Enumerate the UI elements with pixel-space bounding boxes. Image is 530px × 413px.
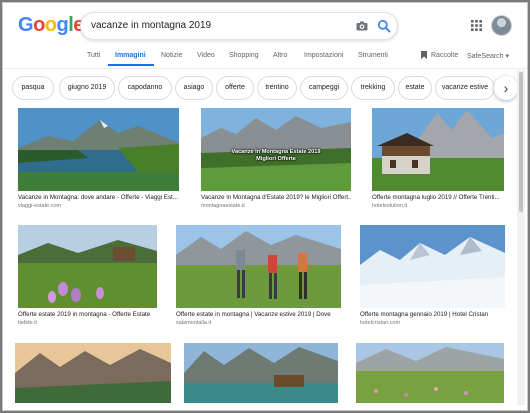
result-source[interactable]: viaggi-estate.com	[18, 203, 61, 209]
search-input[interactable]: vacanze in montagna 2019	[80, 12, 398, 40]
collections-link[interactable]: Raccolte	[431, 52, 458, 59]
chip-trekking[interactable]: trekking	[351, 76, 395, 100]
search-tabs: Tutti Immagini Notizie Video Shopping Al…	[0, 48, 530, 68]
tab-shopping[interactable]: Shopping	[229, 52, 259, 59]
tab-tools[interactable]: Strumenti	[358, 52, 388, 59]
result-caption[interactable]: Vacanze in Montagna d'Estate 2019? le Mi…	[201, 194, 351, 201]
tab-news[interactable]: Notizie	[161, 52, 182, 59]
result-source[interactable]: tiefide.it	[18, 320, 37, 326]
result-image-flower-meadow[interactable]	[356, 343, 504, 403]
search-icon[interactable]	[377, 19, 391, 33]
result-source[interactable]: hotelcristan.com	[360, 320, 400, 326]
image-overlay-title: Vacanze in Montagna Estate 2019	[231, 149, 321, 155]
chip-campeggi[interactable]: campeggi	[300, 76, 348, 100]
result-image-snow-peaks[interactable]	[360, 225, 505, 308]
result-caption[interactable]: Offerte estate in montagna | Vacanze est…	[176, 311, 341, 318]
chip-offerte[interactable]: offerte	[216, 76, 254, 100]
tab-more[interactable]: Altro	[273, 52, 287, 59]
google-logo[interactable]: Google	[18, 14, 84, 37]
tab-video[interactable]: Video	[197, 52, 215, 59]
logo-letter: G	[18, 14, 34, 36]
tab-all[interactable]: Tutti	[87, 52, 100, 59]
chip-capodanno[interactable]: capodanno	[118, 76, 172, 100]
chip-estate[interactable]: estate	[398, 76, 432, 100]
avatar[interactable]	[491, 15, 512, 36]
chip-vacanze-estive[interactable]: vacanze estive	[435, 76, 495, 100]
result-caption[interactable]: Vacanze in Montagna: dove andare - Offer…	[18, 194, 179, 201]
logo-letter: o	[33, 14, 45, 36]
tab-images[interactable]: Immagini	[115, 52, 146, 59]
safesearch-menu[interactable]: SafeSearch ▾	[467, 52, 509, 60]
logo-letter: o	[44, 14, 57, 36]
result-caption[interactable]: Offerte montagna gennaio 2019 | Hotel Cr…	[360, 311, 505, 318]
search-query[interactable]: vacanze in montagna 2019	[91, 20, 211, 31]
result-image-crocus-flowers[interactable]	[18, 225, 157, 308]
result-caption[interactable]: Offerte montagna luglio 2019 // Offerte …	[372, 194, 504, 201]
result-caption[interactable]: Offerte estate 2019 in montagna - Offert…	[18, 311, 157, 318]
result-source[interactable]: salamontalla.it	[176, 320, 211, 326]
chip-asiago[interactable]: asiago	[175, 76, 213, 100]
chip-trentino[interactable]: trentino	[257, 76, 297, 100]
scrollbar-thumb[interactable]	[519, 72, 523, 212]
logo-letter: g	[56, 14, 69, 36]
active-tab-indicator	[108, 64, 154, 66]
result-image-alpine-hut[interactable]	[372, 108, 504, 191]
chevron-right-icon[interactable]: ›	[494, 76, 518, 100]
result-image-sunset-valley[interactable]	[15, 343, 171, 403]
result-image-hikers[interactable]	[176, 225, 341, 308]
image-overlay-subtitle: Migliori Offerte	[256, 156, 296, 162]
result-image-lake-boathouse[interactable]	[184, 343, 338, 403]
result-image-dolomites-meadow[interactable]: Vacanze in Montagna Estate 2019 Migliori…	[201, 108, 351, 191]
chip-giugno-2019[interactable]: giugno 2019	[59, 76, 115, 100]
camera-icon[interactable]	[356, 21, 368, 31]
tab-settings[interactable]: Impostazioni	[304, 52, 343, 59]
result-source[interactable]: montagnaestate.it	[201, 203, 245, 209]
header-divider	[0, 68, 530, 69]
result-image-lake-mountains[interactable]	[18, 108, 179, 191]
apps-grid-icon[interactable]	[471, 20, 482, 31]
chip-pasqua[interactable]: pasqua	[12, 76, 54, 100]
result-source[interactable]: hotelsolution.it	[372, 203, 407, 209]
